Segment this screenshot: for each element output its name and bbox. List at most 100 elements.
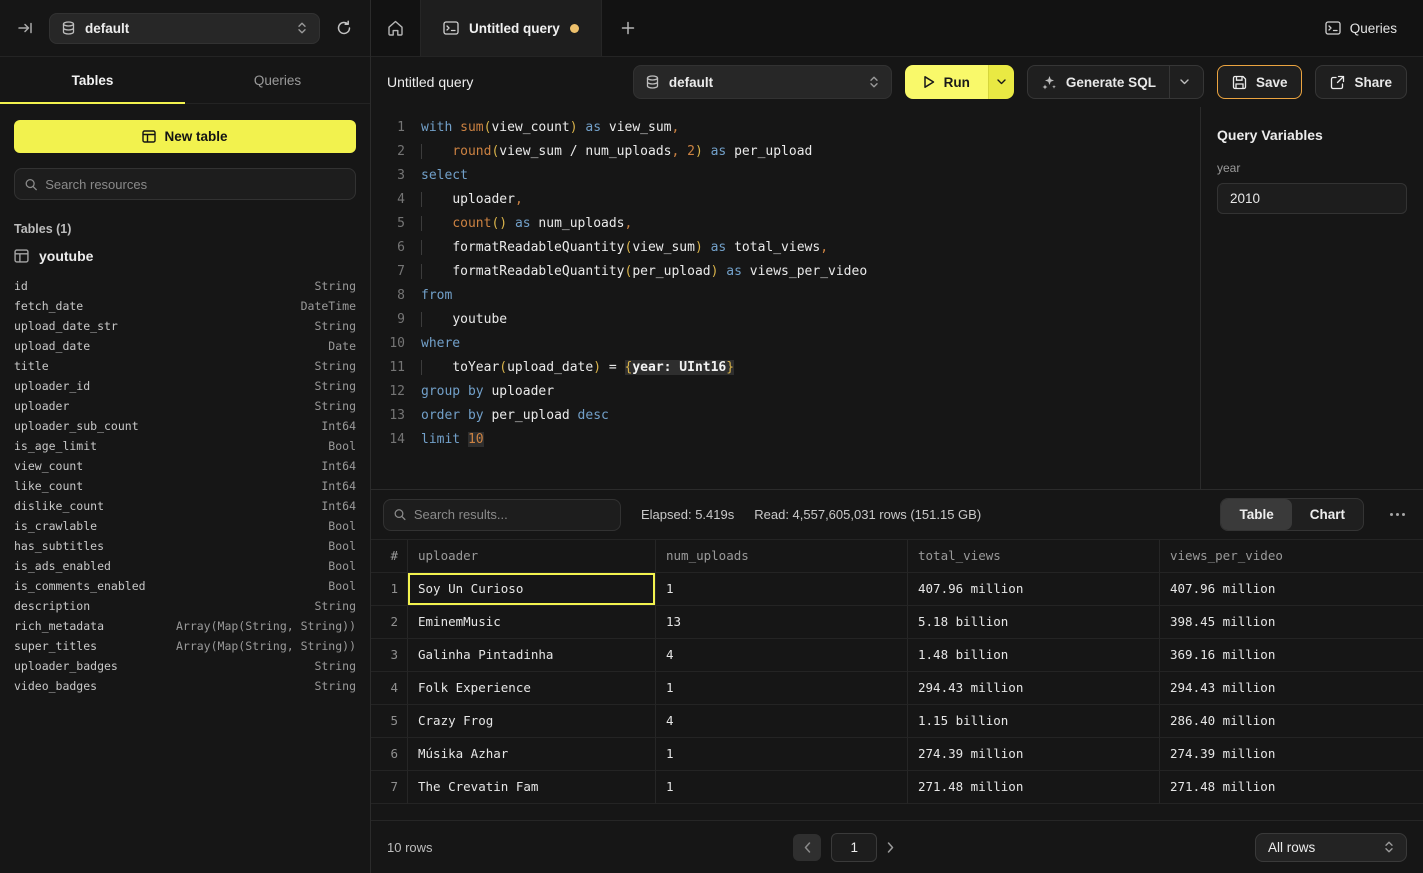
- code-line[interactable]: 1with sum(view_count) as view_sum,: [371, 116, 1200, 140]
- table-cell[interactable]: 1: [656, 771, 908, 804]
- collapse-sidebar-button[interactable]: [14, 17, 37, 39]
- column-item[interactable]: is_ads_enabledBool: [14, 556, 356, 576]
- column-item[interactable]: is_crawlableBool: [14, 516, 356, 536]
- code-line[interactable]: 5 count() as num_uploads,: [371, 212, 1200, 236]
- generate-sql-options[interactable]: [1169, 66, 1189, 98]
- column-item[interactable]: dislike_countInt64: [14, 496, 356, 516]
- queries-panel-button[interactable]: Queries: [1299, 0, 1423, 56]
- column-item[interactable]: video_badgesString: [14, 676, 356, 696]
- new-table-button[interactable]: New table: [14, 120, 356, 153]
- column-item[interactable]: rich_metadataArray(Map(String, String)): [14, 616, 356, 636]
- column-item[interactable]: titleString: [14, 356, 356, 376]
- selected-cell[interactable]: Soy Un Curioso: [408, 573, 656, 606]
- column-item[interactable]: uploader_sub_countInt64: [14, 416, 356, 436]
- code-line[interactable]: 10where: [371, 332, 1200, 356]
- table-cell[interactable]: 398.45 million: [1160, 606, 1423, 639]
- code-line[interactable]: 9 youtube: [371, 308, 1200, 332]
- table-cell[interactable]: 1: [656, 672, 908, 705]
- table-cell[interactable]: The Crevatin Fam: [408, 771, 656, 804]
- table-cell[interactable]: 369.16 million: [1160, 639, 1423, 672]
- column-item[interactable]: uploaderString: [14, 396, 356, 416]
- tab-tables[interactable]: Tables: [0, 57, 185, 103]
- table-cell[interactable]: 407.96 million: [1160, 573, 1423, 606]
- table-cell[interactable]: 13: [656, 606, 908, 639]
- table-cell[interactable]: 294.43 million: [1160, 672, 1423, 705]
- column-item[interactable]: upload_date_strString: [14, 316, 356, 336]
- new-query-tab-button[interactable]: [602, 0, 654, 56]
- table-cell[interactable]: 407.96 million: [908, 573, 1160, 606]
- code-line[interactable]: 3select: [371, 164, 1200, 188]
- column-item[interactable]: super_titlesArray(Map(String, String)): [14, 636, 356, 656]
- column-header[interactable]: views_per_video: [1160, 540, 1423, 573]
- table-cell[interactable]: 286.40 million: [1160, 705, 1423, 738]
- column-item[interactable]: uploader_idString: [14, 376, 356, 396]
- search-results-input[interactable]: [414, 507, 610, 522]
- page-size-selector[interactable]: All rows: [1255, 833, 1407, 862]
- table-cell[interactable]: 294.43 million: [908, 672, 1160, 705]
- table-cell[interactable]: EminemMusic: [408, 606, 656, 639]
- table-cell[interactable]: Galinha Pintadinha: [408, 639, 656, 672]
- code-line[interactable]: 2 round(view_sum / num_uploads, 2) as pe…: [371, 140, 1200, 164]
- table-cell[interactable]: 1.48 billion: [908, 639, 1160, 672]
- share-button[interactable]: Share: [1315, 65, 1407, 99]
- elapsed-time: Elapsed: 5.419s: [641, 507, 734, 522]
- code-line[interactable]: 13order by per_upload desc: [371, 404, 1200, 428]
- column-header[interactable]: total_views: [908, 540, 1160, 573]
- table-cell[interactable]: Folk Experience: [408, 672, 656, 705]
- table-cell[interactable]: 274.39 million: [1160, 738, 1423, 771]
- column-item[interactable]: is_age_limitBool: [14, 436, 356, 456]
- column-item[interactable]: fetch_dateDateTime: [14, 296, 356, 316]
- table-cell[interactable]: 274.39 million: [908, 738, 1160, 771]
- results-more-button[interactable]: [1384, 507, 1411, 522]
- table-cell[interactable]: 4: [656, 639, 908, 672]
- run-options-button[interactable]: [988, 65, 1014, 99]
- database-selector[interactable]: default: [49, 13, 320, 44]
- column-item[interactable]: upload_dateDate: [14, 336, 356, 356]
- column-item[interactable]: is_comments_enabledBool: [14, 576, 356, 596]
- code-line[interactable]: 14limit 10: [371, 428, 1200, 452]
- generate-sql-button[interactable]: Generate SQL: [1027, 65, 1204, 99]
- table-cell[interactable]: 1: [656, 738, 908, 771]
- run-button[interactable]: Run: [905, 65, 988, 99]
- code-line[interactable]: 11 toYear(upload_date) = {year: UInt16}: [371, 356, 1200, 380]
- tab-queries[interactable]: Queries: [185, 57, 370, 103]
- table-cell[interactable]: 4: [656, 705, 908, 738]
- table-cell[interactable]: Crazy Frog: [408, 705, 656, 738]
- code-line[interactable]: 8from: [371, 284, 1200, 308]
- query-tab[interactable]: Untitled query: [420, 0, 602, 56]
- sql-editor[interactable]: 1with sum(view_count) as view_sum,2 roun…: [371, 107, 1200, 489]
- view-toggle-table[interactable]: Table: [1221, 499, 1291, 530]
- toolbar-database-selector[interactable]: default: [633, 65, 892, 99]
- column-header[interactable]: uploader: [408, 540, 656, 573]
- column-item[interactable]: descriptionString: [14, 596, 356, 616]
- column-item[interactable]: uploader_badgesString: [14, 656, 356, 676]
- column-header[interactable]: num_uploads: [656, 540, 908, 573]
- column-item[interactable]: view_countInt64: [14, 456, 356, 476]
- table-cell[interactable]: 271.48 million: [908, 771, 1160, 804]
- view-toggle-chart[interactable]: Chart: [1292, 499, 1363, 530]
- table-cell[interactable]: 1: [656, 573, 908, 606]
- page-number[interactable]: 1: [831, 833, 877, 862]
- column-item[interactable]: has_subtitlesBool: [14, 536, 356, 556]
- refresh-button[interactable]: [332, 16, 356, 40]
- table-entry-youtube[interactable]: youtube: [14, 248, 356, 264]
- code-line[interactable]: 4 uploader,: [371, 188, 1200, 212]
- table-cell[interactable]: 1.15 billion: [908, 705, 1160, 738]
- column-item[interactable]: like_countInt64: [14, 476, 356, 496]
- home-button[interactable]: [371, 0, 420, 56]
- table-cell[interactable]: 5.18 billion: [908, 606, 1160, 639]
- code-line[interactable]: 12group by uploader: [371, 380, 1200, 404]
- table-cell[interactable]: 271.48 million: [1160, 771, 1423, 804]
- column-item[interactable]: idString: [14, 276, 356, 296]
- save-button[interactable]: Save: [1217, 65, 1303, 99]
- table-cell[interactable]: Músika Azhar: [408, 738, 656, 771]
- column-header[interactable]: #: [371, 540, 408, 573]
- search-resources-input[interactable]: [45, 177, 345, 192]
- main-area: Untitled query Queries Untitled query de…: [371, 0, 1423, 873]
- chevron-right-icon: [887, 842, 894, 853]
- variable-year-input[interactable]: [1217, 183, 1407, 214]
- previous-page-button[interactable]: [793, 834, 821, 861]
- code-line[interactable]: 6 formatReadableQuantity(view_sum) as to…: [371, 236, 1200, 260]
- next-page-button[interactable]: [887, 842, 894, 853]
- code-line[interactable]: 7 formatReadableQuantity(per_upload) as …: [371, 260, 1200, 284]
